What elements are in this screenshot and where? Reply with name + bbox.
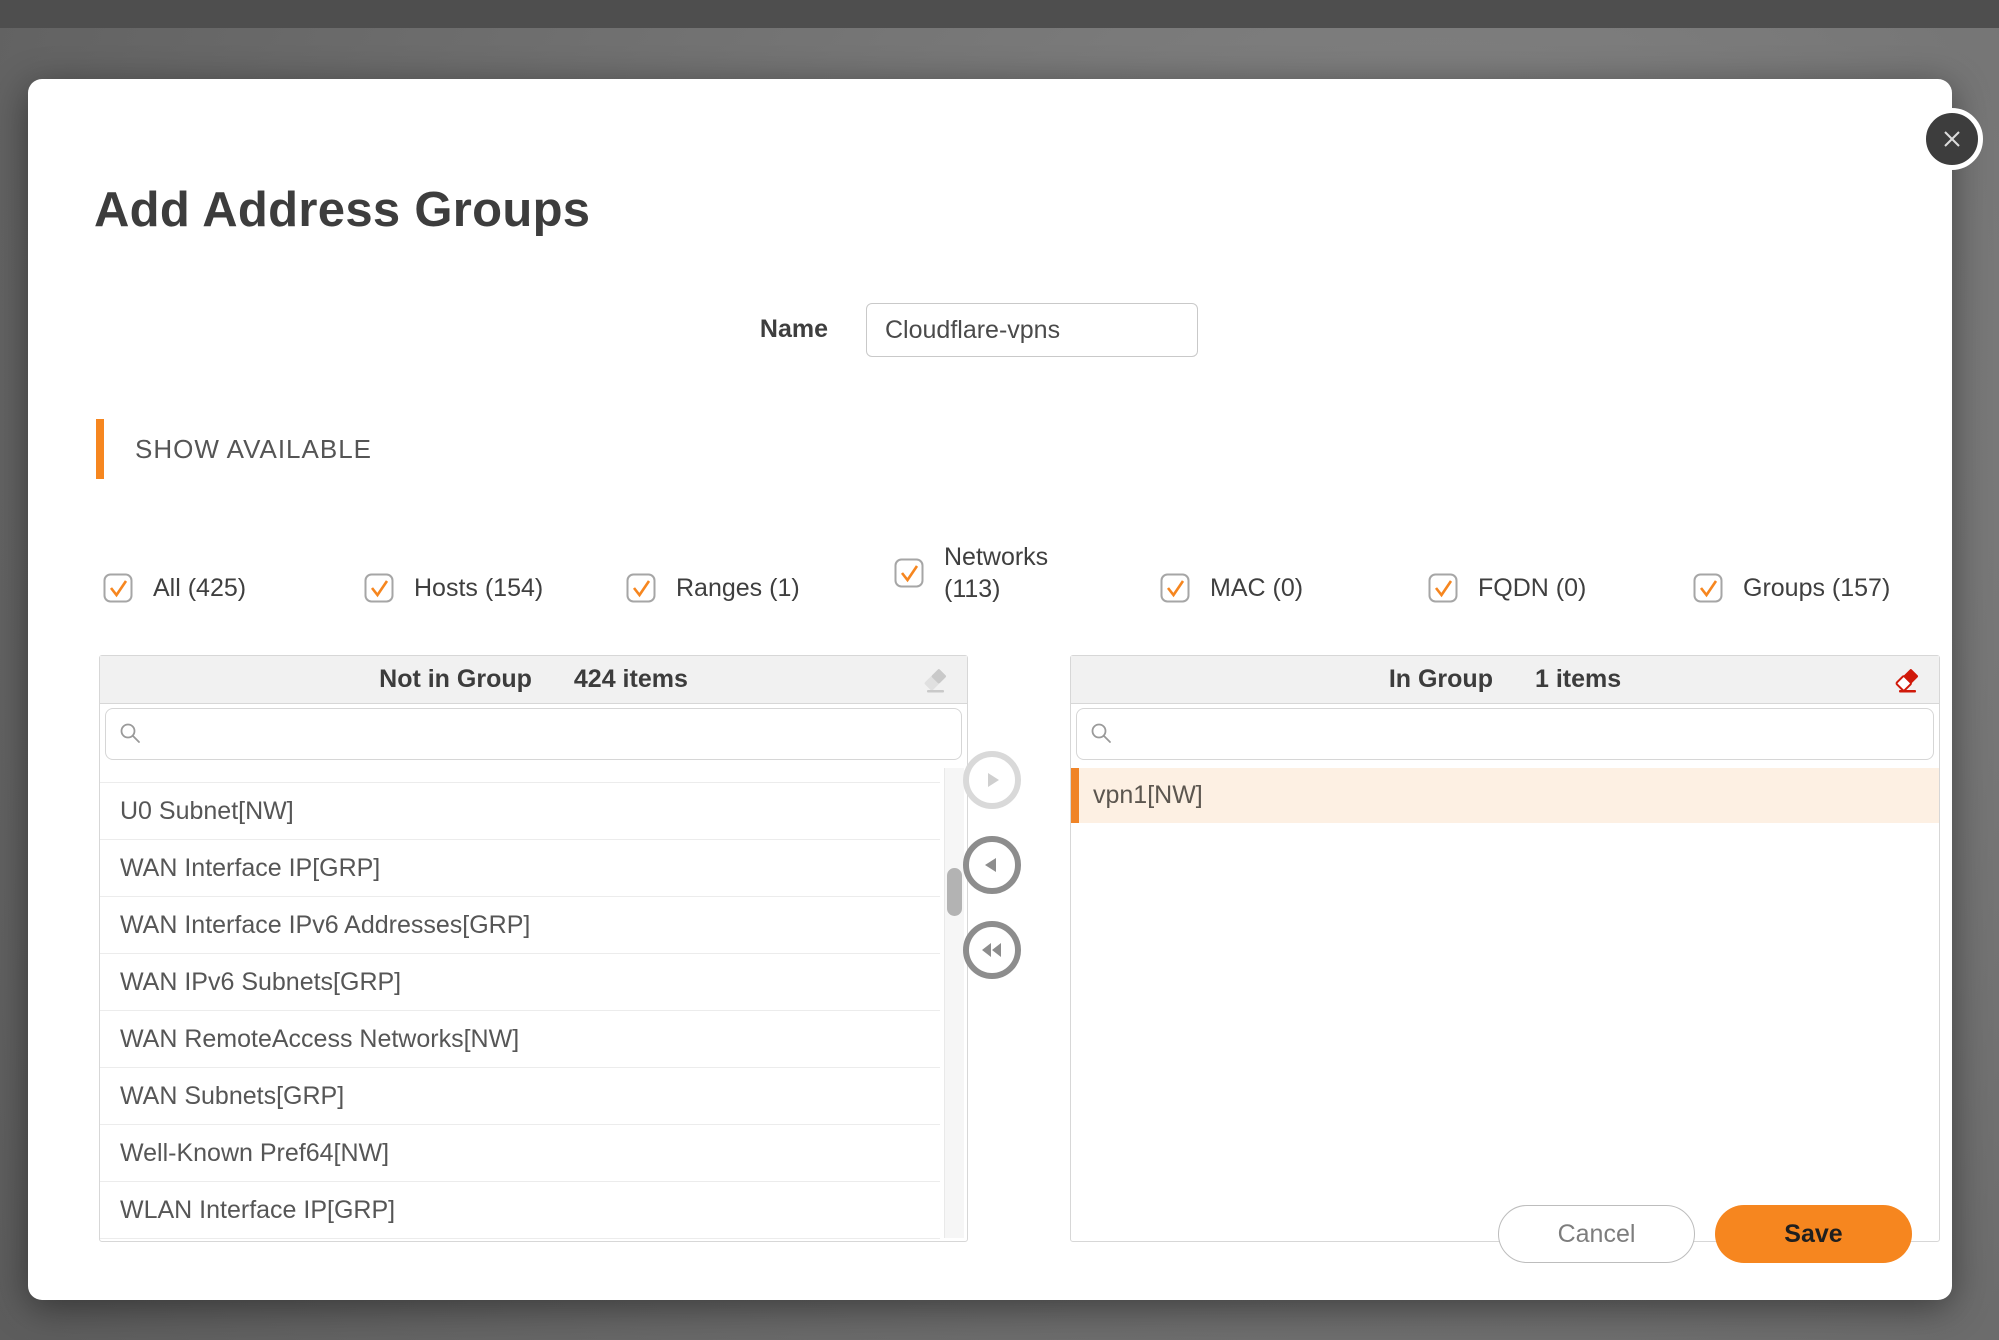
in-group-header: In Group 1 items (1071, 656, 1939, 704)
arrow-right-icon (981, 769, 1003, 791)
eraser-red-icon (1893, 664, 1923, 696)
filter-checkbox-hosts[interactable]: Hosts (154) (364, 573, 543, 603)
checkbox-checked-icon (364, 573, 394, 603)
in-group-panel: In Group 1 items (1070, 655, 1940, 1242)
search-input[interactable] (154, 719, 949, 749)
section-accent-bar (96, 419, 104, 479)
eraser-icon (921, 664, 951, 696)
checkbox-checked-icon (626, 573, 656, 603)
list-item[interactable]: WAN Interface IPv6 Addresses[GRP] (100, 897, 940, 954)
search-icon (1089, 721, 1115, 747)
scrollbar-thumb[interactable] (947, 868, 962, 916)
checkbox-checked-icon (1428, 573, 1458, 603)
list-item[interactable]: WAN RemoteAccess Networks[NW] (100, 1011, 940, 1068)
not-in-group-header: Not in Group 424 items (100, 656, 967, 704)
scrollbar-track[interactable] (944, 768, 964, 1238)
filter-checkbox-mac[interactable]: MAC (0) (1160, 573, 1303, 603)
save-button[interactable]: Save (1715, 1205, 1912, 1263)
filter-checkbox-ranges[interactable]: Ranges (1) (626, 573, 800, 603)
move-left-button[interactable] (963, 836, 1021, 894)
not-in-group-search (105, 708, 962, 760)
filter-checkbox-all[interactable]: All (425) (103, 573, 246, 603)
list-item[interactable]: WAN IPv6 Subnets[GRP] (100, 954, 940, 1011)
section-header: SHOW AVAILABLE (135, 434, 372, 465)
clear-all-button[interactable] (921, 664, 951, 696)
checkbox-checked-icon (894, 558, 924, 588)
list-item[interactable]: WLAN Interface IP[GRP] (100, 1182, 940, 1239)
panel-title: In Group (1389, 665, 1493, 694)
not-in-group-list: U0 Subnet[NW] WAN Interface IP[GRP] WAN … (100, 768, 967, 1241)
panel-title: Not in Group (379, 665, 532, 694)
search-icon (118, 721, 144, 747)
list-item[interactable]: U0 Subnet[NW] (100, 783, 940, 840)
in-group-search (1076, 708, 1934, 760)
page-title: Add Address Groups (94, 182, 590, 238)
move-all-left-button[interactable] (963, 921, 1021, 979)
list-item[interactable]: Well-Known Pref64[NW] (100, 1125, 940, 1182)
close-button[interactable] (1921, 108, 1983, 170)
checkbox-checked-icon (103, 573, 133, 603)
cancel-button[interactable]: Cancel (1498, 1205, 1695, 1263)
clear-all-button[interactable] (1893, 664, 1923, 696)
add-address-groups-dialog: Add Address Groups Name SHOW AVAILABLE A… (28, 79, 1952, 1300)
filter-checkbox-networks[interactable]: Networks (113) (894, 541, 1074, 605)
list-item[interactable]: WAN Interface IP[GRP] (100, 840, 940, 897)
list-item-selected[interactable]: vpn1[NW] (1071, 768, 1939, 823)
filter-checkbox-fqdn[interactable]: FQDN (0) (1428, 573, 1586, 603)
checkbox-checked-icon (1160, 573, 1190, 603)
list-item-clipped[interactable] (100, 768, 940, 783)
name-field-label: Name (668, 315, 828, 344)
not-in-group-panel: Not in Group 424 items (99, 655, 968, 1242)
list-item[interactable]: WAN Subnets[GRP] (100, 1068, 940, 1125)
in-group-list: vpn1[NW] (1071, 768, 1939, 1241)
name-input[interactable] (866, 303, 1198, 357)
double-arrow-left-icon (980, 939, 1004, 961)
checkbox-checked-icon (1693, 573, 1723, 603)
move-right-button[interactable] (963, 751, 1021, 809)
filter-checkbox-groups[interactable]: Groups (157) (1693, 573, 1890, 603)
close-icon (1939, 126, 1965, 152)
arrow-left-icon (981, 854, 1003, 876)
search-input[interactable] (1125, 719, 1921, 749)
panel-count: 424 items (574, 665, 688, 694)
panel-count: 1 items (1535, 665, 1621, 694)
